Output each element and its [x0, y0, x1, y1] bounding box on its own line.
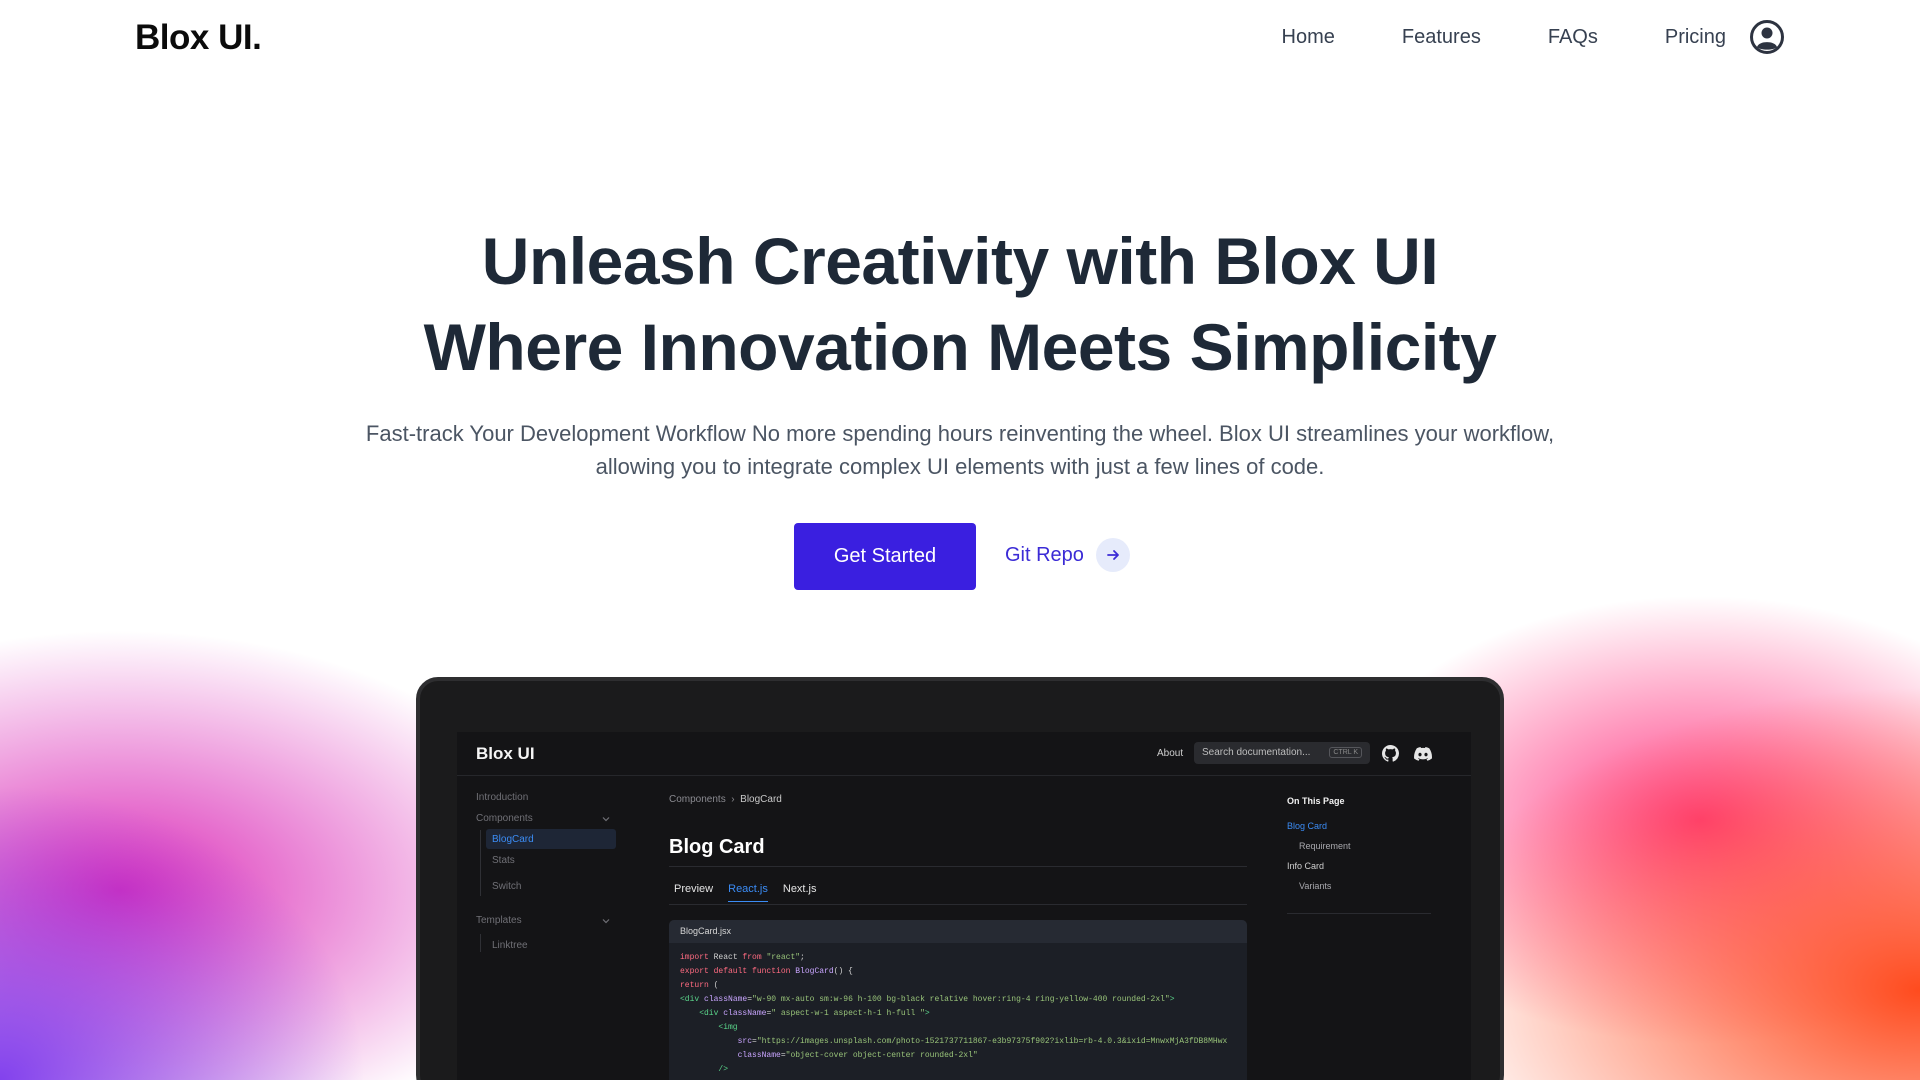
site-logo[interactable]: Blox UI. — [135, 18, 262, 58]
code-filename: BlogCard.jsx — [669, 920, 1247, 943]
divider — [669, 904, 1247, 905]
hero-title: Unleash Creativity with Blox UI Where In… — [0, 218, 1920, 390]
nav-home[interactable]: Home — [1282, 26, 1335, 49]
chevron-down-icon — [602, 919, 610, 924]
divider — [669, 866, 1247, 867]
sidebar-item-linktree: Linktree — [492, 940, 528, 951]
get-started-button[interactable]: Get Started — [794, 523, 976, 590]
tab-reactjs: React.js — [728, 883, 768, 902]
nav-features[interactable]: Features — [1402, 26, 1481, 49]
nav-pricing[interactable]: Pricing — [1665, 26, 1726, 49]
preview-page-title: Blog Card — [669, 836, 765, 858]
toc-title: On This Page — [1287, 796, 1345, 806]
sidebar-item-templates: Templates — [476, 915, 522, 926]
sidebar-item-switch: Switch — [492, 881, 522, 892]
hero-subtitle-line-1: Fast-track Your Development Workflow No … — [365, 421, 1555, 446]
main-nav: Home Features FAQs Pricing — [1282, 20, 1784, 54]
hero-subtitle: Fast-track Your Development Workflow No … — [310, 417, 1610, 483]
chevron-down-icon — [602, 817, 610, 822]
arrow-right-icon — [1095, 538, 1130, 572]
sidebar-tree-line — [480, 830, 481, 896]
sidebar-tree-line — [480, 934, 481, 952]
chevron-right-icon: › — [728, 794, 738, 805]
toc-item-info-card: Info Card — [1287, 861, 1325, 871]
preview-breadcrumb: Components › BlogCard — [669, 794, 782, 805]
sidebar-item-blogcard: BlogCard — [486, 829, 616, 849]
git-repo-label: Git Repo — [1005, 543, 1084, 566]
preview-search-placeholder: Search documentation... — [1202, 747, 1311, 758]
tab-preview: Preview — [674, 883, 714, 895]
toc-item-blog-card: Blog Card — [1287, 821, 1328, 831]
code-block: BlogCard.jsx import React from "react"; … — [669, 920, 1247, 1080]
breadcrumb-blogcard: BlogCard — [740, 794, 782, 805]
preview-search-input: Search documentation... CTRL K — [1194, 742, 1370, 764]
sidebar-item-components: Components — [476, 813, 533, 824]
nav-faqs[interactable]: FAQs — [1548, 26, 1598, 49]
hero-subtitle-line-2: allowing you to integrate complex UI ele… — [595, 454, 1325, 479]
divider — [1287, 913, 1431, 914]
github-icon — [1382, 745, 1399, 762]
sidebar-item-introduction: Introduction — [476, 792, 529, 803]
docs-preview-screen: Blox UI About Search documentation... CT… — [457, 732, 1471, 1080]
preview-search-shortcut: CTRL K — [1329, 747, 1362, 758]
preview-tabs: Preview React.js Next.js — [674, 883, 817, 902]
sidebar-item-stats: Stats — [492, 855, 515, 866]
toc-item-variants: Variants — [1299, 881, 1332, 891]
laptop-mockup: Blox UI About Search documentation... CT… — [416, 677, 1504, 1080]
user-circle-icon[interactable] — [1750, 20, 1784, 54]
preview-topbar: Blox UI About Search documentation... CT… — [457, 732, 1471, 776]
site-header: Blox UI. Home Features FAQs Pricing — [0, 0, 1920, 80]
breadcrumb-components: Components — [669, 794, 726, 805]
code-content: import React from "react"; export defaul… — [680, 953, 1228, 1074]
preview-logo: Blox UI — [476, 744, 535, 763]
git-repo-link[interactable]: Git Repo — [1005, 538, 1130, 572]
hero-title-line-2: Where Innovation Meets Simplicity — [423, 310, 1497, 384]
hero-title-line-1: Unleash Creativity with Blox UI — [481, 224, 1439, 298]
toc-item-requirement: Requirement — [1299, 841, 1351, 851]
tab-nextjs: Next.js — [782, 883, 817, 895]
discord-icon — [1414, 747, 1432, 761]
preview-about-link: About — [1157, 748, 1184, 759]
